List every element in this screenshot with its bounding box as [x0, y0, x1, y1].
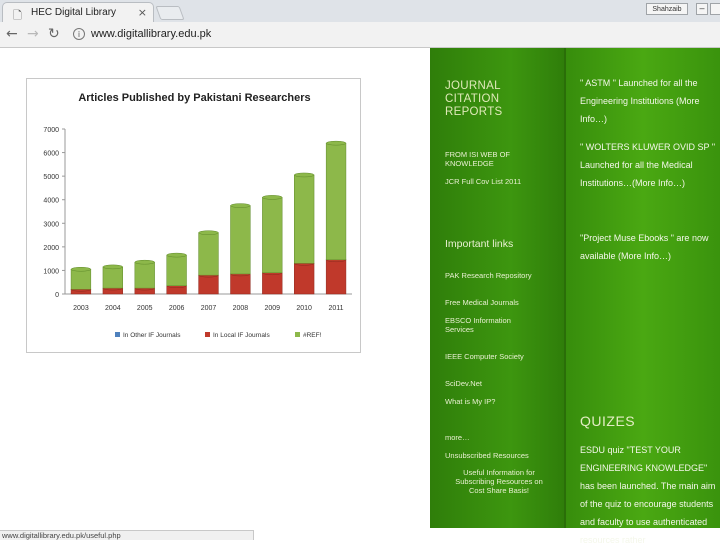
bar-segment: [262, 197, 283, 274]
forward-icon[interactable]: →: [27, 26, 39, 42]
bar-segment: [325, 142, 347, 261]
bar-cap: [166, 252, 187, 258]
x-tick-label: 2007: [201, 305, 217, 312]
legend-label: In Other IF Journals: [123, 332, 181, 339]
column-divider: [564, 48, 566, 528]
quizzes-title: QUIZES: [580, 413, 636, 429]
x-tick-label: 2006: [169, 305, 185, 312]
bar-cap: [134, 259, 155, 265]
bar-segment: [294, 174, 315, 264]
link-my-ip[interactable]: What is My IP?: [445, 397, 555, 406]
bar-segment: [134, 261, 155, 289]
bar-cap: [102, 264, 123, 270]
legend-label: #REF!: [303, 332, 322, 339]
legend-swatch: [205, 332, 210, 337]
x-tick-label: 2009: [264, 305, 280, 312]
quiz-text[interactable]: ESDU quiz "TEST YOUR ENGINEERING KNOWLED…: [580, 441, 718, 549]
bar-segment: [198, 232, 219, 276]
bar-segment: [166, 254, 187, 287]
reload-icon[interactable]: ↻: [48, 26, 60, 42]
chart-title: Articles Published by Pakistani Research…: [78, 92, 310, 104]
more-link[interactable]: more…: [445, 433, 555, 442]
news-item-astm[interactable]: " ASTM " Launched for all the Engineerin…: [580, 74, 718, 128]
bar-segment: [262, 272, 283, 295]
unsubscribed-resources-link[interactable]: Unsubscribed Resources: [445, 451, 555, 460]
bar-cap: [325, 140, 347, 146]
bar-segment: [294, 263, 315, 295]
bar-segment: [230, 205, 251, 275]
bar-segment: [230, 273, 251, 295]
x-tick-label: 2004: [105, 305, 121, 312]
jcr-link-list[interactable]: JCR Full Cov List 2011: [445, 177, 555, 186]
x-tick-label: 2011: [329, 305, 344, 312]
status-bar-url: www.digitallibrary.edu.pk/useful.php: [0, 530, 254, 540]
bar-segment: [102, 266, 123, 289]
close-tab-icon[interactable]: ×: [138, 6, 147, 19]
url-input[interactable]: www.digitallibrary.edu.pk: [91, 28, 211, 40]
bar-chart: Articles Published by Pakistani Research…: [43, 92, 352, 339]
important-links-title: Important links: [445, 238, 514, 250]
y-tick-label: 3000: [43, 221, 59, 228]
bar-cap: [70, 267, 92, 272]
y-tick-label: 7000: [43, 127, 59, 134]
y-tick-label: 2000: [43, 245, 59, 252]
y-tick-label: 1000: [43, 268, 59, 275]
y-tick-label: 0: [55, 292, 59, 299]
legend-swatch: [115, 332, 120, 337]
x-tick-label: 2008: [233, 305, 249, 312]
legend-swatch: [295, 332, 300, 337]
minimize-button[interactable]: –: [696, 3, 708, 15]
bar-cap: [198, 230, 219, 235]
link-ieee[interactable]: IEEE Computer Society: [445, 352, 555, 361]
link-scidev[interactable]: SciDev.Net: [445, 379, 555, 388]
maximize-button[interactable]: [710, 3, 720, 15]
x-tick-label: 2003: [73, 305, 89, 312]
address-bar: ← → ↻ i www.digitallibrary.edu.pk: [0, 22, 720, 48]
profile-button[interactable]: Shahzaib: [646, 3, 688, 15]
link-free-medical[interactable]: Free Medical Journals: [445, 298, 555, 307]
tab-title: HEC Digital Library: [31, 7, 117, 18]
chart-image: Articles Published by Pakistani Research…: [26, 78, 361, 353]
x-tick-label: 2005: [137, 305, 153, 312]
bar-segment: [70, 269, 92, 290]
bar-cap: [262, 195, 283, 200]
bar-cap: [294, 172, 315, 178]
bar-segment: [198, 274, 219, 295]
browser-titlebar: 🗋 HEC Digital Library × Shahzaib –: [0, 0, 720, 22]
y-tick-label: 5000: [43, 174, 59, 181]
news-item-wolters[interactable]: " WOLTERS KLUWER OVID SP " Launched for …: [580, 138, 718, 192]
back-icon[interactable]: ←: [6, 26, 18, 42]
jcr-title[interactable]: JOURNAL CITATION REPORTS: [445, 80, 555, 119]
link-ebsco[interactable]: EBSCO Information Services: [445, 316, 525, 334]
y-tick-label: 4000: [43, 198, 59, 205]
bar-segment: [325, 259, 347, 295]
useful-info-link[interactable]: Useful Information for Subscribing Resou…: [447, 468, 551, 495]
x-tick-label: 2010: [296, 305, 312, 312]
new-tab-button[interactable]: [155, 6, 185, 20]
site-info-icon[interactable]: i: [73, 28, 85, 40]
bar-cap: [230, 203, 251, 208]
y-tick-label: 6000: [43, 151, 59, 158]
jcr-link-isi[interactable]: FROM ISI WEB OF KNOWLEDGE: [445, 150, 555, 168]
link-pak-research[interactable]: PAK Research Repository: [445, 271, 555, 280]
legend-label: In Local IF Journals: [213, 332, 270, 339]
browser-tab[interactable]: 🗋 HEC Digital Library ×: [2, 2, 154, 22]
news-item-project-muse[interactable]: "Project Muse Ebooks " are now available…: [580, 229, 718, 265]
